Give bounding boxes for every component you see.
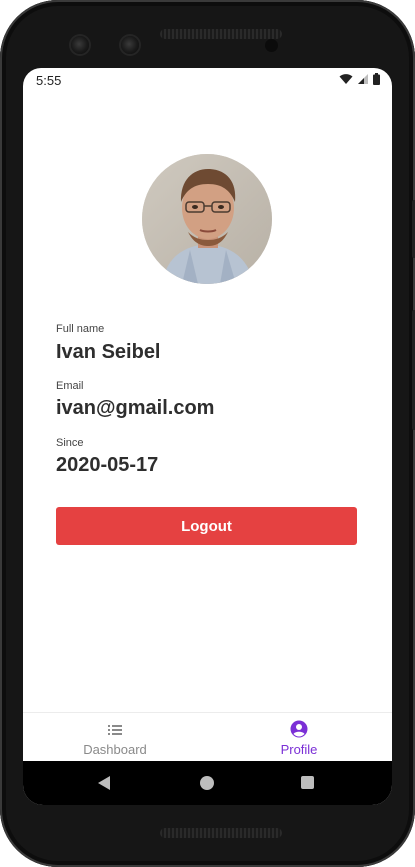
front-camera-icon bbox=[71, 36, 89, 54]
logout-button[interactable]: Logout bbox=[56, 507, 357, 545]
proximity-sensor bbox=[265, 39, 278, 52]
back-icon[interactable] bbox=[97, 775, 111, 791]
system-nav-bar bbox=[23, 761, 392, 805]
recent-apps-icon[interactable] bbox=[301, 776, 314, 789]
status-bar: 5:55 bbox=[23, 68, 392, 92]
profile-photo bbox=[142, 154, 272, 284]
phone-frame: 5:55 Full name Ivan Seibel Email ivan@gm… bbox=[0, 0, 415, 867]
signal-icon bbox=[358, 74, 368, 84]
bottom-speaker bbox=[160, 828, 282, 838]
email-label: Email bbox=[56, 380, 84, 392]
wifi-icon bbox=[339, 74, 353, 84]
full-name-label: Full name bbox=[56, 323, 105, 335]
home-icon[interactable] bbox=[200, 776, 214, 790]
tab-dashboard[interactable]: Dashboard bbox=[23, 713, 207, 762]
tab-profile[interactable]: Profile bbox=[207, 713, 391, 762]
avatar bbox=[142, 154, 272, 284]
earpiece-speaker bbox=[160, 29, 282, 39]
full-name-value: Ivan Seibel bbox=[56, 341, 161, 363]
tab-dashboard-label: Dashboard bbox=[83, 742, 147, 757]
user-circle-icon bbox=[290, 720, 308, 738]
bottom-tab-bar: Dashboard Profile bbox=[23, 712, 392, 762]
screen: 5:55 Full name Ivan Seibel Email ivan@gm… bbox=[23, 68, 392, 805]
email-value: ivan@gmail.com bbox=[56, 397, 215, 419]
front-camera-icon bbox=[121, 36, 139, 54]
status-icons bbox=[339, 73, 380, 85]
since-label: Since bbox=[56, 437, 84, 449]
battery-icon bbox=[373, 73, 380, 85]
tab-profile-label: Profile bbox=[280, 742, 318, 757]
status-time: 5:55 bbox=[36, 73, 62, 88]
list-icon bbox=[108, 725, 122, 735]
since-value: 2020-05-17 bbox=[56, 454, 159, 476]
